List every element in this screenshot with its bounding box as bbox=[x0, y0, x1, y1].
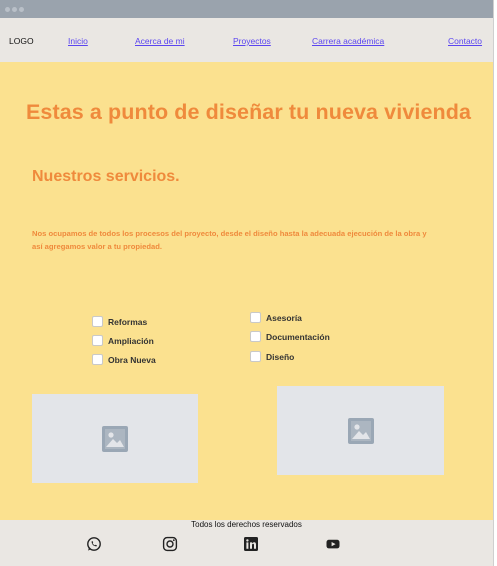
image-placeholder-left bbox=[32, 394, 198, 483]
checkbox-obra-nueva[interactable]: Obra Nueva bbox=[92, 354, 156, 365]
nav-link-acerca[interactable]: Acerca de mi bbox=[135, 36, 185, 46]
instagram-icon[interactable] bbox=[162, 536, 178, 552]
window-dot[interactable] bbox=[12, 7, 17, 12]
checkbox-asesoria[interactable]: Asesoría bbox=[250, 312, 302, 323]
nav-link-proyectos[interactable]: Proyectos bbox=[233, 36, 271, 46]
checkbox-label: Obra Nueva bbox=[108, 354, 156, 365]
services-description: Nos ocupamos de todos los procesos del p… bbox=[32, 229, 427, 251]
checkbox-box[interactable] bbox=[250, 351, 261, 362]
checkbox-label: Documentación bbox=[266, 331, 330, 342]
checkbox-diseno[interactable]: Diseño bbox=[250, 351, 294, 362]
youtube-icon[interactable] bbox=[325, 536, 341, 552]
whatsapp-icon[interactable] bbox=[86, 536, 102, 552]
checkbox-label: Reformas bbox=[108, 316, 148, 327]
nav-link-inicio[interactable]: Inicio bbox=[68, 36, 88, 46]
checkbox-box[interactable] bbox=[92, 335, 103, 346]
checkbox-label: Ampliación bbox=[108, 335, 154, 346]
window-dot[interactable] bbox=[19, 7, 24, 12]
navbar: LOGO Inicio Acerca de mi Proyectos Carre… bbox=[0, 18, 493, 62]
checkbox-box[interactable] bbox=[92, 316, 103, 327]
linkedin-icon[interactable] bbox=[243, 536, 259, 552]
logo: LOGO bbox=[9, 36, 34, 46]
hero-title: Estas a punto de diseñar tu nueva vivien… bbox=[25, 100, 472, 124]
checkbox-label: Diseño bbox=[266, 351, 295, 362]
checkbox-box[interactable] bbox=[250, 312, 261, 323]
image-placeholder-icon bbox=[102, 425, 128, 452]
image-placeholder-icon bbox=[347, 417, 374, 444]
browser-frame: LOGO Inicio Acerca de mi Proyectos Carre… bbox=[0, 0, 494, 566]
window-dot[interactable] bbox=[5, 7, 10, 12]
checkbox-box[interactable] bbox=[92, 354, 103, 365]
window-titlebar bbox=[0, 0, 493, 18]
checkbox-documentacion[interactable]: Documentación bbox=[250, 331, 330, 342]
image-placeholder-right bbox=[277, 386, 444, 475]
nav-link-contacto[interactable]: Contacto bbox=[448, 36, 482, 46]
checkbox-reformas[interactable]: Reformas bbox=[92, 316, 147, 327]
checkbox-label: Asesoría bbox=[266, 312, 302, 323]
footer-copyright: Todos los derechos reservados bbox=[191, 520, 302, 529]
services-title: Nuestros servicios. bbox=[32, 168, 180, 185]
nav-link-carrera[interactable]: Carrera académica bbox=[312, 36, 384, 46]
checkbox-box[interactable] bbox=[250, 331, 261, 342]
checkbox-ampliacion[interactable]: Ampliación bbox=[92, 335, 154, 346]
